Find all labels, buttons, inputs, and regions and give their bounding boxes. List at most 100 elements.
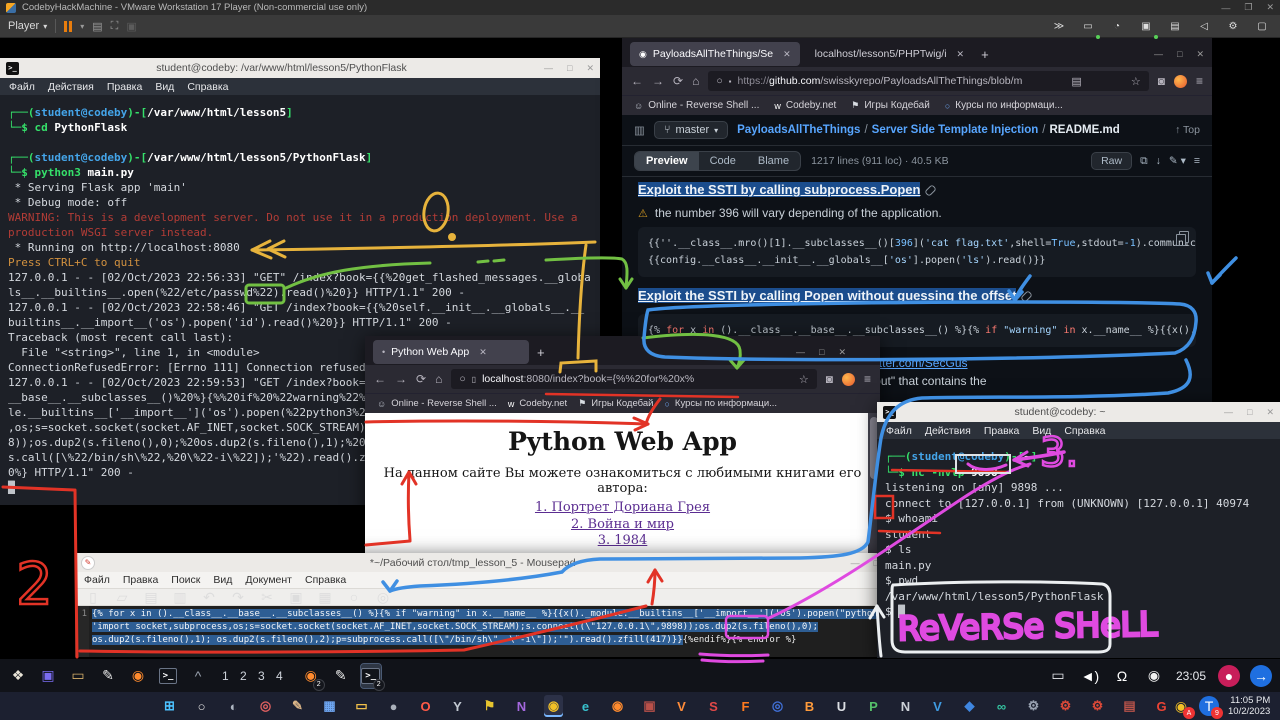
reload-icon[interactable]: ⟳ (673, 74, 683, 88)
close-icon[interactable]: ✕ (838, 347, 846, 358)
hard-disk-icon[interactable]: ▤ (1165, 14, 1185, 38)
outline-icon[interactable]: ≡ (1194, 155, 1200, 167)
calendar-app[interactable]: ▦ (320, 695, 339, 717)
bookmark-online-reverse-shell[interactable]: ☺Online - Reverse Shell ... (377, 398, 497, 409)
terminal-titlebar[interactable]: >_ student@codeby: /var/www/html/lesson5… (0, 58, 600, 78)
share-app[interactable]: Y (448, 695, 467, 717)
screen-lock-icon[interactable]: ● (1218, 665, 1240, 687)
copy-code-icon[interactable] (1176, 234, 1186, 246)
sound-device-icon[interactable]: ◁ (1194, 14, 1214, 38)
firefox-window-webapp[interactable]: • Python Web App✕ + — □ ✕ ← → ⟳ ⌂ ○ ▯ lo… (365, 336, 880, 565)
vmware-maximize-icon[interactable]: ❐ (1244, 2, 1252, 13)
photos-app[interactable]: ▣ (640, 695, 659, 717)
minimize-icon[interactable]: — (796, 347, 805, 357)
menu-hamburger-icon[interactable]: ≡ (1196, 74, 1203, 88)
tab-blame[interactable]: Blame (747, 152, 800, 170)
gear-app-1[interactable]: ⚙ (1056, 695, 1075, 717)
tab-localhost-phptwig[interactable]: localhost/lesson5/PHPTwig/i✕ (806, 42, 973, 66)
close-tab-icon[interactable]: ✕ (479, 347, 487, 358)
volume-icon[interactable]: ◄) (1080, 664, 1100, 688)
fullscreen-icon[interactable]: ⛶ (111, 20, 119, 33)
firefox[interactable]: ◉ (608, 695, 627, 717)
raw-button[interactable]: Raw (1091, 152, 1132, 170)
forward-icon[interactable]: → (652, 74, 664, 88)
menu-item[interactable]: Справка (1064, 425, 1105, 437)
maximize-icon[interactable]: □ (567, 63, 572, 73)
book-link[interactable]: 1. Портрет Дориана Грея (365, 500, 880, 517)
blender[interactable]: B (800, 695, 819, 717)
edge[interactable]: e (576, 695, 595, 717)
save-as-icon[interactable]: ▥ (170, 585, 190, 609)
window-terminal[interactable]: >_2 (361, 664, 381, 688)
workspace-switcher[interactable]: 1 2 3 4 (222, 669, 287, 683)
bookmark-kursy-po-informacii[interactable]: ○Курсы по информаци... (945, 100, 1063, 111)
menu-item[interactable]: Действия (48, 81, 94, 93)
infinity-app[interactable]: ∞ (992, 695, 1011, 717)
book-link[interactable]: 3. 1984 (365, 533, 880, 550)
bookmark-star-icon[interactable]: ☆ (799, 373, 809, 386)
back-icon[interactable]: ← (374, 372, 386, 386)
home-icon[interactable]: ⌂ (435, 372, 442, 386)
pocket-shield-icon[interactable]: ◙ (1158, 74, 1165, 88)
sidebar-toggle-icon[interactable]: ▥ (634, 123, 645, 137)
maps-app[interactable]: ◆ (960, 695, 979, 717)
maximize-icon[interactable]: □ (1247, 407, 1252, 417)
display-tray-icon[interactable]: ▭ (1048, 664, 1068, 688)
f-app[interactable]: F (736, 695, 755, 717)
session-icon[interactable]: → (1250, 665, 1272, 687)
menu-item[interactable]: Действия (925, 425, 971, 437)
time-sync-icon[interactable]: ◔ (1107, 14, 1127, 38)
gear-app-2[interactable]: ⚙ (1088, 695, 1107, 717)
top-link[interactable]: ↑ Top (1175, 124, 1200, 136)
display-device-icon[interactable]: ▭ (1078, 14, 1098, 38)
opera[interactable]: O (416, 695, 435, 717)
close-icon[interactable]: ✕ (1196, 49, 1204, 60)
cut-icon[interactable]: ✂ (257, 585, 277, 609)
pause-vm-button[interactable] (64, 21, 72, 32)
save-icon[interactable]: ▤ (141, 585, 161, 609)
pen-app[interactable]: ✎ (288, 695, 307, 717)
print-icon[interactable]: ▤ (92, 20, 102, 33)
close-icon[interactable]: ✕ (1266, 407, 1274, 418)
menu-item[interactable]: Правка (107, 81, 142, 93)
people-app[interactable]: ◎ (256, 695, 275, 717)
search[interactable]: ○ (192, 695, 211, 717)
replace-icon[interactable]: ◎ (373, 585, 393, 609)
tab-payloadsallthethings[interactable]: ◉ PayloadsAllTheThings/Se✕ (630, 42, 800, 66)
menu-item[interactable]: Файл (886, 425, 912, 437)
url-bar[interactable]: ○ ▪ https://github.com/swisskyrepo/Paylo… (708, 71, 1148, 91)
send-ctrl-alt-del-icon[interactable]: ≫ (1049, 14, 1069, 38)
network-adapter-icon[interactable]: ▣ (1136, 14, 1156, 38)
forward-icon[interactable]: → (395, 372, 407, 386)
window-mousepad[interactable]: ✎ (331, 664, 351, 688)
tab-code[interactable]: Code (699, 152, 747, 170)
menu-item[interactable]: Вид (1032, 425, 1051, 437)
vm-clock[interactable]: 23:05 (1176, 669, 1206, 683)
vscode[interactable]: V (928, 695, 947, 717)
undo-icon[interactable]: ↶ (199, 585, 219, 609)
window-firefox[interactable]: ◉2 (301, 664, 321, 688)
pc-app[interactable]: P (864, 695, 883, 717)
task-view[interactable]: ◐ (224, 695, 243, 717)
breadcrumb-dir[interactable]: Server Side Template Injection (872, 124, 1039, 136)
pocket-shield-icon[interactable]: ◙ (826, 372, 833, 386)
bookmark-igry-codebay[interactable]: ⚑Игры Кодебай (851, 100, 930, 111)
close-tab-icon[interactable]: ✕ (957, 49, 965, 60)
anchor-link-icon[interactable] (1021, 290, 1034, 303)
settings-device-icon[interactable]: ⚙ (1223, 14, 1243, 38)
tool-app[interactable]: ⚙ (1024, 695, 1043, 717)
paste-icon[interactable]: ▦ (315, 585, 335, 609)
firefox-account-icon[interactable] (1174, 75, 1187, 88)
close-tab-icon[interactable]: ✕ (783, 49, 791, 60)
file-explorer[interactable]: ▭ (352, 695, 371, 717)
mousepad-window[interactable]: ✎ *~/Рабочий стол/tmp_lesson_5 - Mousepa… (75, 553, 885, 657)
open-file-icon[interactable]: ▱ (112, 585, 132, 609)
minimize-icon[interactable]: — (1154, 49, 1163, 59)
menu-hamburger-icon[interactable]: ≡ (864, 372, 871, 386)
mousepad-titlebar[interactable]: ✎ *~/Рабочий стол/tmp_lesson_5 - Mousepa… (75, 553, 885, 572)
maximize-icon[interactable]: □ (819, 347, 824, 357)
launcher-expander[interactable]: ^ (188, 664, 208, 688)
power-manager-icon[interactable]: ◉ (1144, 664, 1164, 688)
menu-item[interactable]: Вид (155, 81, 174, 93)
new-tab-button[interactable]: + (537, 345, 545, 360)
